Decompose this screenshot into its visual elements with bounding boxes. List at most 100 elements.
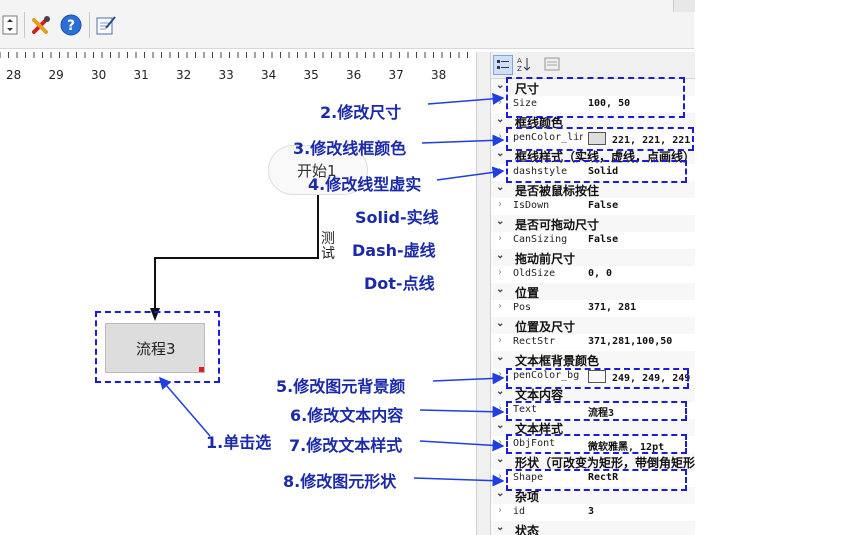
property-value[interactable]: False (588, 200, 618, 211)
ruler-tick-label: 30 (91, 68, 107, 82)
annotation-resize: 2.修改尺寸 (320, 103, 402, 122)
top-scrollbar[interactable] (673, 0, 695, 12)
property-category[interactable]: ⌄ 形状（可改变为矩形，带倒角矩形） (491, 453, 695, 470)
property-category[interactable]: ⌄ 文本框背景颜色 (491, 351, 695, 368)
collapse-chevron-icon[interactable]: ⌄ (496, 488, 504, 499)
property-grid: AZ ⌄尺寸›Size100, 50⌄框线颜色›penColor_line221… (490, 52, 695, 535)
canvas-vertical-scrollbar[interactable] (476, 52, 491, 535)
highlight-pencolor-bg (506, 368, 689, 389)
selection-highlight (95, 311, 220, 383)
property-category[interactable]: ⌄ 位置及尺寸 (491, 317, 695, 334)
highlight-shape (506, 469, 687, 491)
property-pages-icon[interactable] (543, 55, 561, 73)
stepper-icon[interactable] (0, 14, 20, 36)
annotation-dash: Dash-虚线 (352, 241, 436, 260)
sort-az-icon[interactable]: AZ (515, 55, 533, 73)
ruler-tick-label: 31 (133, 68, 149, 82)
svg-text:?: ? (67, 18, 75, 34)
category-label: 状态 (515, 524, 540, 535)
category-label: 拖动前尺寸 (515, 252, 576, 266)
annotation-line-color: 3.修改线框颜色 (293, 139, 407, 158)
highlight-dashstyle (506, 160, 687, 183)
toolbar-separator (24, 12, 25, 38)
expand-caret-icon: › (498, 267, 502, 278)
collapse-chevron-icon[interactable]: ⌄ (496, 386, 504, 397)
ruler-tick-label: 32 (176, 68, 192, 82)
expand-caret-icon: › (498, 131, 502, 142)
collapse-chevron-icon[interactable]: ⌄ (496, 114, 504, 125)
annotation-text-content: 6.修改文本内容 (290, 406, 404, 425)
svg-text:Z: Z (517, 65, 522, 72)
collapse-chevron-icon[interactable]: ⌄ (496, 284, 504, 295)
expand-caret-icon: › (498, 471, 502, 482)
property-row[interactable]: › OldSize 0, 0 (491, 266, 695, 283)
collapse-chevron-icon[interactable]: ⌄ (496, 182, 504, 193)
property-row[interactable]: › IsDown False (491, 198, 695, 215)
collapse-chevron-icon[interactable]: ⌄ (496, 80, 504, 91)
collapse-chevron-icon[interactable]: ⌄ (496, 352, 504, 363)
annotation-dot: Dot-点线 (364, 274, 435, 293)
collapse-chevron-icon[interactable]: ⌄ (496, 420, 504, 431)
annotation-text-style: 7.修改文本样式 (289, 436, 403, 455)
expand-caret-icon: › (498, 369, 502, 380)
property-value-text: False (588, 200, 619, 211)
expand-caret-icon: › (498, 97, 502, 108)
tools-icon[interactable] (30, 14, 52, 36)
ruler-tick-label: 36 (346, 68, 362, 82)
property-row[interactable]: › Pos 371, 281 (491, 300, 695, 317)
property-value-text: 371, 281 (588, 302, 637, 313)
collapse-chevron-icon[interactable]: ⌄ (496, 148, 504, 159)
expand-caret-icon: › (498, 335, 502, 346)
collapse-chevron-icon[interactable]: ⌄ (496, 522, 504, 533)
categorized-icon[interactable] (493, 55, 513, 75)
collapse-chevron-icon[interactable]: ⌄ (496, 318, 504, 329)
collapse-chevron-icon[interactable]: ⌄ (496, 454, 504, 465)
annotation-shape: 8.修改图元形状 (283, 472, 397, 491)
property-value-text: 0, 0 (588, 268, 613, 279)
ruler-tick-label: 29 (48, 68, 64, 82)
property-value[interactable]: 3 (588, 506, 594, 517)
property-value[interactable]: 0, 0 (588, 268, 612, 279)
expand-caret-icon: › (498, 301, 502, 312)
annotation-line-style: 4.修改线型虚实 (308, 175, 422, 194)
collapse-chevron-icon[interactable]: ⌄ (496, 250, 504, 261)
expand-caret-icon: › (498, 199, 502, 210)
property-value[interactable]: 371, 281 (588, 302, 636, 313)
property-category[interactable]: ⌄ 拖动前尺寸 (491, 249, 695, 266)
toolbar-separator (89, 12, 90, 38)
property-row[interactable]: › RectStr 371,281,100,50 (491, 334, 695, 351)
property-name: CanSizing (513, 234, 568, 245)
expand-caret-icon: › (498, 403, 502, 414)
horizontal-ruler: 28 29 30 31 32 33 34 35 36 37 38 (0, 52, 476, 86)
property-category[interactable]: ⌄ 状态 (491, 521, 695, 535)
property-value-text: 371,281,100,50 (588, 336, 673, 347)
property-value[interactable]: 371,281,100,50 (588, 336, 672, 347)
expand-caret-icon: › (498, 437, 502, 448)
category-label: 文本框背景颜色 (515, 354, 600, 368)
connector-line (154, 194, 319, 314)
edit-icon[interactable] (95, 14, 117, 36)
property-value-text: 3 (588, 506, 595, 517)
property-name: OldSize (513, 268, 556, 279)
annotation-solid: Solid-实线 (355, 208, 439, 227)
property-category[interactable]: ⌄ 是否可拖动尺寸 (491, 215, 695, 232)
property-category[interactable]: ⌄ 是否被鼠标按住 (491, 181, 695, 198)
expand-caret-icon: › (498, 233, 502, 244)
property-value-text: False (588, 234, 619, 245)
collapse-chevron-icon[interactable]: ⌄ (496, 216, 504, 227)
ruler-tick-label: 35 (303, 68, 319, 82)
category-label: 是否被鼠标按住 (515, 184, 600, 198)
main-toolbar: ? (0, 0, 694, 49)
property-category[interactable]: ⌄ 位置 (491, 283, 695, 300)
property-name: Pos (513, 302, 532, 313)
highlight-pencolor-line (506, 127, 694, 151)
svg-text:A: A (517, 57, 522, 65)
help-icon[interactable]: ? (60, 14, 82, 36)
property-name: id (513, 506, 526, 517)
property-row[interactable]: › CanSizing False (491, 232, 695, 249)
ruler-tick-label: 28 (6, 68, 22, 82)
category-label: 位置及尺寸 (515, 320, 576, 334)
property-value[interactable]: False (588, 234, 618, 245)
property-row[interactable]: › id 3 (491, 504, 695, 521)
category-label: 位置 (515, 286, 540, 300)
